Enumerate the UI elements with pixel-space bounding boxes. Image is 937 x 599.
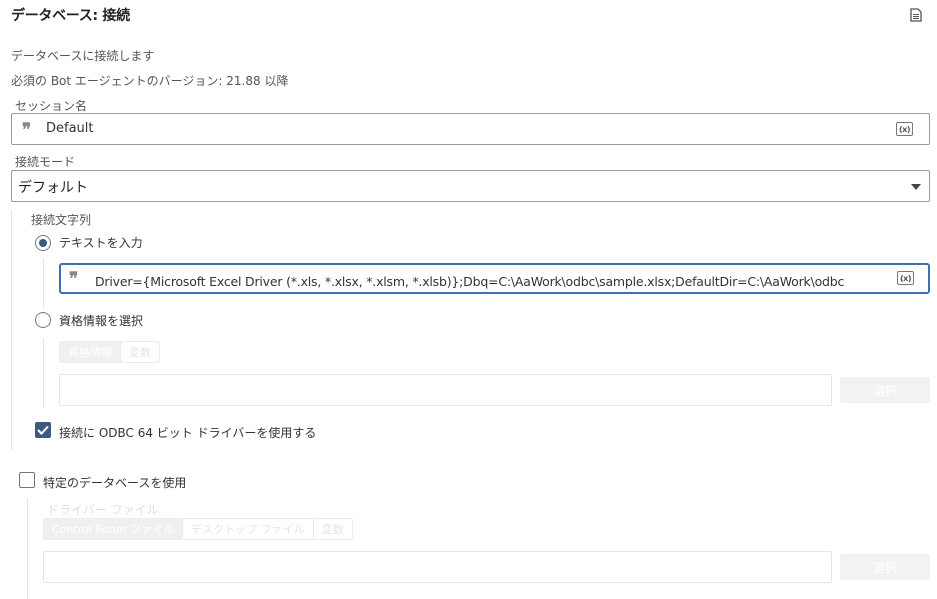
- chevron-down-icon: [911, 184, 921, 190]
- section-indent-line: [27, 498, 28, 599]
- quote-icon: ❞: [22, 120, 31, 140]
- credential-type-tabs[interactable]: 資格情報 変数: [59, 341, 160, 363]
- driver-file-select-button[interactable]: 選択: [840, 554, 930, 580]
- connection-mode-label: 接続モード: [15, 155, 76, 169]
- radio-enter-text[interactable]: [35, 235, 51, 251]
- tab-control-room-file[interactable]: Control Room ファイル: [44, 519, 184, 539]
- checkmark-icon: [37, 425, 49, 435]
- odbc64-checkbox[interactable]: [35, 422, 51, 438]
- page-title: データベース: 接続: [11, 8, 130, 24]
- radio-selected-dot: [39, 239, 47, 247]
- connection-string-label: 接続文字列: [31, 213, 92, 227]
- tab-desktop-file[interactable]: デスクトップ ファイル: [183, 519, 314, 539]
- tab-variable[interactable]: 変数: [121, 342, 159, 362]
- option-indent-line: [43, 338, 44, 408]
- tab-credential[interactable]: 資格情報: [60, 342, 121, 362]
- variable-insert-icon[interactable]: (x): [897, 271, 914, 285]
- session-name-value: Default: [46, 121, 94, 136]
- session-name-field[interactable]: ❞ Default (x): [11, 113, 930, 145]
- radio-select-credential-label: 資格情報を選択: [59, 314, 144, 328]
- connection-mode-select[interactable]: デフォルト: [11, 170, 930, 202]
- connection-string-value: Driver={Microsoft Excel Driver (*.xls, *…: [95, 274, 845, 289]
- radio-enter-text-label: テキストを入力: [59, 236, 143, 250]
- connection-string-input[interactable]: ❞ Driver={Microsoft Excel Driver (*.xls,…: [59, 263, 930, 294]
- credential-select-button[interactable]: 選択: [840, 377, 930, 403]
- section-indent-line: [11, 210, 12, 450]
- tab-variable[interactable]: 変数: [313, 519, 352, 539]
- session-name-label: セッション名: [15, 99, 88, 113]
- option-indent-line: [43, 258, 44, 308]
- odbc64-label: 接続に ODBC 64 ビット ドライバーを使用する: [59, 426, 317, 440]
- specific-db-checkbox[interactable]: [19, 472, 35, 488]
- driver-file-label: ドライバー ファイル: [47, 503, 159, 517]
- credential-input[interactable]: [59, 374, 832, 406]
- action-description: データベースに接続します: [11, 49, 155, 63]
- variable-insert-icon[interactable]: (x): [896, 122, 913, 136]
- document-icon[interactable]: [910, 7, 922, 22]
- required-version: 必須の Bot エージェントのバージョン: 21.88 以降: [11, 74, 289, 88]
- radio-select-credential[interactable]: [35, 312, 51, 328]
- connection-mode-value: デフォルト: [18, 180, 88, 196]
- driver-file-input[interactable]: [43, 551, 832, 583]
- quote-icon: ❞: [69, 269, 78, 289]
- driver-file-tabs[interactable]: Control Room ファイル デスクトップ ファイル 変数: [43, 518, 353, 540]
- specific-db-label: 特定のデータベースを使用: [43, 476, 187, 490]
